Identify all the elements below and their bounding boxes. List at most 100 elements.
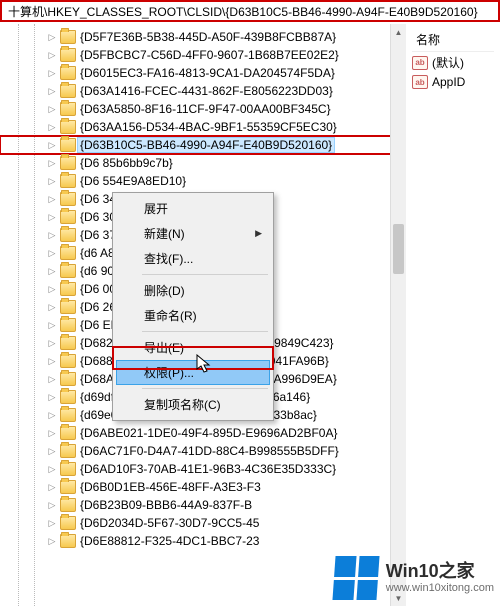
- expand-icon[interactable]: ▷: [46, 194, 58, 205]
- vertical-scrollbar[interactable]: ▲ ▼: [390, 24, 406, 606]
- tree-item[interactable]: ▷{D6D2034D-5F67-30D7-9CC5-45: [0, 514, 405, 532]
- menu-item-label: 查找(F)...: [144, 250, 193, 267]
- expand-icon[interactable]: ▷: [46, 248, 58, 259]
- menu-item[interactable]: 导出(E): [116, 335, 270, 360]
- tree-item[interactable]: ▷ {D6015EC3-FA16-4813-9CA1-DA204574F5DA}: [0, 64, 405, 82]
- folder-icon: [60, 390, 76, 404]
- tree-item-label: {D6B0D1EB-456E-48FF-A3E3-F3: [80, 480, 261, 494]
- folder-icon: [60, 426, 76, 440]
- menu-item-label: 新建(N): [144, 225, 185, 242]
- expand-icon[interactable]: ▷: [46, 266, 58, 277]
- value-row[interactable]: ab AppID: [412, 73, 494, 91]
- column-header-name[interactable]: 名称: [412, 28, 494, 52]
- folder-icon: [60, 336, 76, 350]
- menu-separator: [142, 388, 268, 389]
- tree-item-label: {D6AC71F0-D4A7-41DD-88C4-B998555B5DFF}: [80, 444, 339, 458]
- menu-item[interactable]: 新建(N)▶: [116, 221, 270, 246]
- address-text: 十算机\HKEY_CLASSES_ROOT\CLSID\{D63B10C5-BB…: [8, 3, 478, 20]
- tree-item[interactable]: ▷ {D6AC71F0-D4A7-41DD-88C4-B998555B5DFF}: [0, 442, 405, 460]
- expand-icon[interactable]: ▷: [46, 446, 58, 457]
- folder-icon: [60, 282, 76, 296]
- expand-icon[interactable]: ▷: [46, 536, 58, 547]
- expand-icon[interactable]: ▷: [46, 230, 58, 241]
- tree-item[interactable]: ▷{D63AA156-D534-4BAC-9BF1-55359CF5EC30}: [0, 118, 405, 136]
- tree-item[interactable]: ▷ {D5FBCBC7-C56D-4FF0-9607-1B68B7EE02E2}: [0, 46, 405, 64]
- expand-icon[interactable]: ▷: [46, 50, 58, 61]
- folder-icon: [60, 480, 76, 494]
- menu-item[interactable]: 展开: [116, 196, 270, 221]
- expand-icon[interactable]: ▷: [46, 482, 58, 493]
- scroll-up-arrow[interactable]: ▲: [391, 24, 406, 40]
- tree-item-label: {D6AD10F3-70AB-41E1-96B3-4C36E35D333C}: [80, 462, 336, 476]
- tree-item[interactable]: ▷ {D63A1416-FCEC-4431-862F-E8056223DD03}: [0, 82, 405, 100]
- expand-icon[interactable]: ▷: [46, 338, 58, 349]
- string-value-icon: ab: [412, 75, 428, 89]
- tree-item[interactable]: ▷ {D6 85b6bb9c7b}: [0, 154, 405, 172]
- expand-icon[interactable]: ▷: [46, 68, 58, 79]
- watermark: Win10之家 www.win10xitong.com: [334, 556, 494, 600]
- menu-item[interactable]: 权限(P)...: [116, 360, 270, 385]
- menu-item-label: 重命名(R): [144, 307, 197, 324]
- expand-icon[interactable]: ▷: [46, 86, 58, 97]
- tree-item[interactable]: ▷ {D63B10C5-BB46-4990-A94F-E40B9D520160}: [0, 136, 405, 154]
- value-name: AppID: [432, 75, 465, 89]
- tree-item-label: {D6 85b6bb9c7b}: [80, 156, 173, 170]
- menu-item[interactable]: 删除(D): [116, 278, 270, 303]
- value-row[interactable]: ab (默认): [412, 52, 494, 73]
- menu-item[interactable]: 复制项名称(C): [116, 392, 270, 417]
- tree-item[interactable]: ▷{D63A5850-8F16-11CF-9F47-00AA00BF345C}: [0, 100, 405, 118]
- tree-item[interactable]: ▷{D6B23B09-BBB6-44A9-837F-B: [0, 496, 405, 514]
- expand-icon[interactable]: ▷: [46, 518, 58, 529]
- expand-icon[interactable]: ▷: [46, 374, 58, 385]
- tree-item-label: {D63B10C5-BB46-4990-A94F-E40B9D520160}: [77, 137, 335, 153]
- tree-item[interactable]: ▷ {D6ABE021-1DE0-49F4-895D-E9696AD2BF0A}: [0, 424, 405, 442]
- tree-item-label: {D63A1416-FCEC-4431-862F-E8056223DD03}: [80, 84, 333, 98]
- folder-icon: [60, 48, 76, 62]
- expand-icon[interactable]: ▷: [46, 500, 58, 511]
- expand-icon[interactable]: ▷: [46, 284, 58, 295]
- expand-icon[interactable]: ▷: [46, 176, 58, 187]
- menu-item-label: 展开: [144, 200, 168, 217]
- folder-icon: [60, 318, 76, 332]
- menu-item[interactable]: 重命名(R): [116, 303, 270, 328]
- menu-item[interactable]: 查找(F)...: [116, 246, 270, 271]
- expand-icon[interactable]: ▷: [46, 302, 58, 313]
- expand-icon[interactable]: ▷: [46, 158, 58, 169]
- expand-icon[interactable]: ▷: [46, 122, 58, 133]
- value-name: (默认): [432, 54, 464, 71]
- scroll-thumb[interactable]: [393, 224, 404, 274]
- expand-icon[interactable]: ▷: [46, 32, 58, 43]
- tree-item-label: {D5FBCBC7-C56D-4FF0-9607-1B68B7EE02E2}: [80, 48, 339, 62]
- expand-icon[interactable]: ▷: [46, 392, 58, 403]
- folder-icon: [60, 462, 76, 476]
- folder-icon: [60, 120, 76, 134]
- expand-icon[interactable]: ▷: [46, 104, 58, 115]
- expand-icon[interactable]: ▷: [46, 140, 58, 151]
- folder-icon: [60, 498, 76, 512]
- tree-item-label: {D6E88812-F325-4DC1-BBC7-23: [80, 534, 259, 548]
- tree-item[interactable]: ▷ {D5F7E36B-5B38-445D-A50F-439B8FCBB87A}: [0, 28, 405, 46]
- tree-item[interactable]: ▷{D6 554E9A8ED10}: [0, 172, 405, 190]
- expand-icon[interactable]: ▷: [46, 212, 58, 223]
- folder-icon: [60, 300, 76, 314]
- expand-icon[interactable]: ▷: [46, 464, 58, 475]
- values-pane: 名称 ab (默认) ab AppID: [406, 24, 500, 606]
- watermark-url: www.win10xitong.com: [386, 582, 494, 595]
- tree-item-label: {D5F7E36B-5B38-445D-A50F-439B8FCBB87A}: [80, 30, 336, 44]
- folder-icon: [60, 516, 76, 530]
- tree-item-label: {D6ABE021-1DE0-49F4-895D-E9696AD2BF0A}: [80, 426, 337, 440]
- folder-icon: [60, 138, 76, 152]
- context-menu[interactable]: 展开新建(N)▶ 查找(F)... 删除(D) 重命名(R) 导出(E)权限(P)...…: [112, 192, 274, 421]
- expand-icon[interactable]: ▷: [46, 428, 58, 439]
- tree-item-label: {D6015EC3-FA16-4813-9CA1-DA204574F5DA}: [80, 66, 335, 80]
- expand-icon[interactable]: ▷: [46, 356, 58, 367]
- expand-icon[interactable]: ▷: [46, 320, 58, 331]
- folder-icon: [60, 30, 76, 44]
- expand-icon[interactable]: ▷: [46, 410, 58, 421]
- tree-item[interactable]: ▷ {D6B0D1EB-456E-48FF-A3E3-F3: [0, 478, 405, 496]
- tree-item[interactable]: ▷ {D6AD10F3-70AB-41E1-96B3-4C36E35D333C}: [0, 460, 405, 478]
- string-value-icon: ab: [412, 56, 428, 70]
- address-bar[interactable]: 十算机\HKEY_CLASSES_ROOT\CLSID\{D63B10C5-BB…: [0, 0, 500, 22]
- folder-icon: [60, 264, 76, 278]
- tree-item[interactable]: ▷ {D6E88812-F325-4DC1-BBC7-23: [0, 532, 405, 550]
